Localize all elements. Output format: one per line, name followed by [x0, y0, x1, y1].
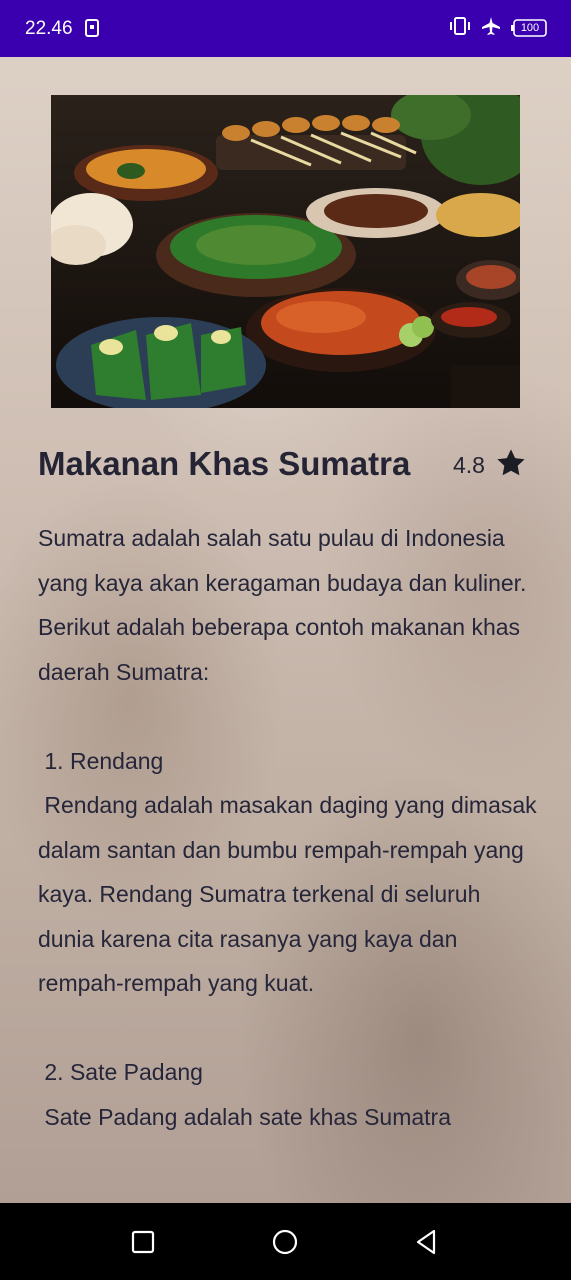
detail-content[interactable]: Makanan Khas Sumatra 4.8 Sumatra adalah … [0, 57, 571, 1203]
star-icon [495, 447, 527, 484]
status-icons: 100 [449, 16, 547, 41]
home-icon[interactable] [271, 1228, 299, 1256]
battery-level: 100 [520, 22, 540, 34]
hero-image [51, 95, 520, 408]
airplane-mode-icon [481, 16, 501, 41]
navigation-bar [0, 1203, 571, 1280]
battery-icon: 100 [511, 19, 547, 37]
article-body: Sumatra adalah salah satu pulau di Indon… [38, 525, 537, 1130]
status-time: 22.46 [25, 18, 73, 39]
back-icon[interactable] [412, 1228, 440, 1256]
vibrate-icon [449, 16, 471, 41]
sim-status-icon [85, 19, 99, 37]
rating-value: 4.8 [453, 451, 485, 478]
rating: 4.8 [453, 447, 527, 484]
page-title: Makanan Khas Sumatra [38, 445, 411, 482]
recents-icon[interactable] [129, 1228, 157, 1256]
status-bar: 22.46 100 [0, 0, 571, 57]
